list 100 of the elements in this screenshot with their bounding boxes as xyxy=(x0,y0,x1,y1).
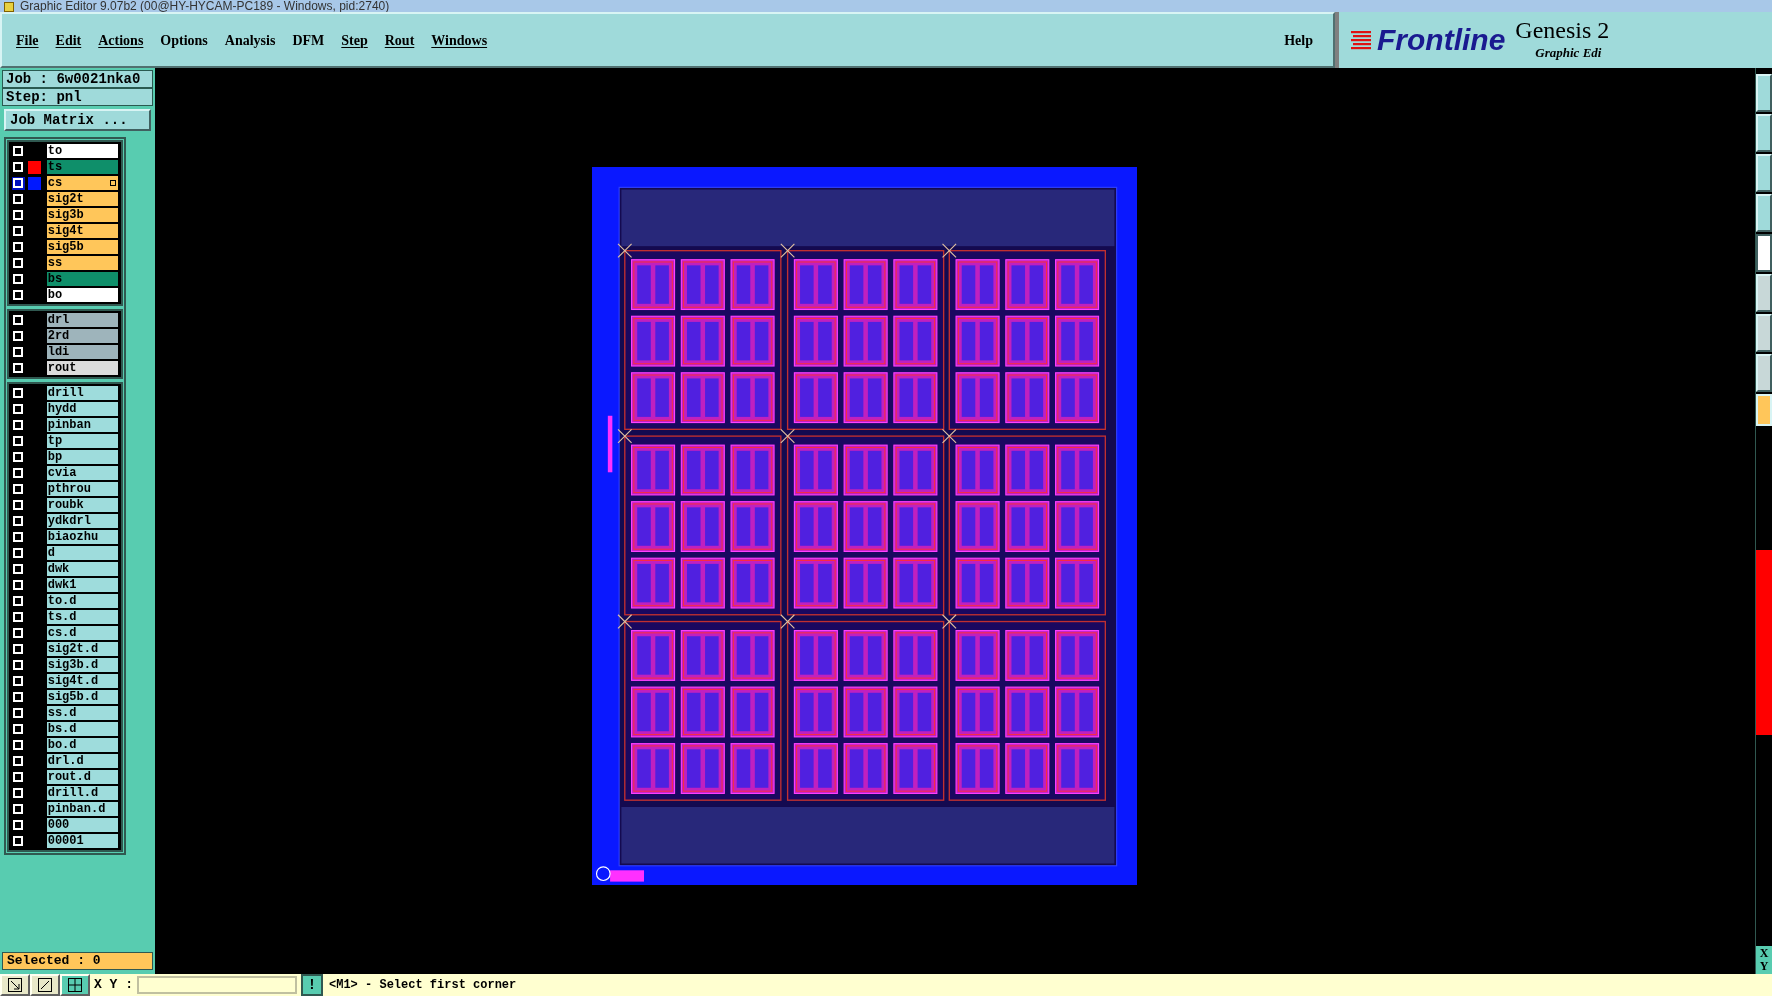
layer-name[interactable]: d xyxy=(46,546,118,560)
layer-name[interactable]: pinban xyxy=(46,418,118,432)
layer-name[interactable]: to xyxy=(46,144,118,158)
menu-item[interactable]: DFM xyxy=(292,29,325,51)
menu-item[interactable]: File xyxy=(16,29,39,51)
layer-name[interactable]: sig3b.d xyxy=(46,658,118,672)
layer-name[interactable]: bp xyxy=(46,450,118,464)
bottom-toolbar-button[interactable] xyxy=(0,974,30,996)
layer-checkbox[interactable] xyxy=(13,788,24,798)
layer-checkbox[interactable] xyxy=(13,516,24,526)
layer-checkbox[interactable] xyxy=(13,242,24,252)
menu-item[interactable]: Rout xyxy=(384,29,415,51)
layer-checkbox[interactable] xyxy=(13,436,24,446)
bottom-toolbar-button[interactable] xyxy=(30,974,60,996)
layer-name[interactable]: pthrou xyxy=(46,482,118,496)
layer-checkbox[interactable] xyxy=(13,210,24,220)
layer-checkbox[interactable] xyxy=(13,692,24,702)
layer-name[interactable]: bs xyxy=(46,272,118,286)
layer-checkbox[interactable] xyxy=(13,596,24,606)
layer-name[interactable]: drl.d xyxy=(46,754,118,768)
layer-checkbox[interactable] xyxy=(13,532,24,542)
layer-checkbox[interactable] xyxy=(13,676,24,686)
layer-checkbox[interactable] xyxy=(13,804,24,814)
layer-name[interactable]: sig2t xyxy=(46,192,118,206)
layer-checkbox[interactable] xyxy=(13,258,24,268)
layer-checkbox[interactable] xyxy=(13,274,24,284)
menu-item[interactable]: Edit xyxy=(55,29,82,51)
layer-name[interactable]: bs.d xyxy=(46,722,118,736)
toolbar-button[interactable] xyxy=(1756,234,1772,272)
layer-name[interactable]: roubk xyxy=(46,498,118,512)
layer-checkbox[interactable] xyxy=(13,315,24,325)
layer-name[interactable]: 00001 xyxy=(46,834,118,848)
layer-name[interactable]: tp xyxy=(46,434,118,448)
layer-checkbox[interactable] xyxy=(13,836,24,846)
layer-name[interactable]: bo xyxy=(46,288,118,302)
menu-item[interactable]: Actions xyxy=(98,29,144,51)
layer-checkbox[interactable] xyxy=(13,162,24,172)
layer-checkbox[interactable] xyxy=(13,452,24,462)
layer-name[interactable]: cs.d xyxy=(46,626,118,640)
layer-name[interactable]: sig2t.d xyxy=(46,642,118,656)
layer-name[interactable]: pinban.d xyxy=(46,802,118,816)
layer-name[interactable]: ss xyxy=(46,256,118,270)
layer-name[interactable]: 2rd xyxy=(46,329,118,343)
layer-checkbox[interactable] xyxy=(13,226,24,236)
layer-checkbox[interactable] xyxy=(13,548,24,558)
alert-button[interactable]: ! xyxy=(301,974,323,996)
layer-checkbox[interactable] xyxy=(13,740,24,750)
layer-checkbox[interactable] xyxy=(13,363,24,373)
layer-name[interactable]: bo.d xyxy=(46,738,118,752)
job-matrix-button[interactable]: Job Matrix ... xyxy=(4,109,151,131)
layer-checkbox[interactable] xyxy=(13,178,24,188)
menu-item[interactable]: Options xyxy=(160,29,208,51)
help-menu[interactable]: Help xyxy=(1284,29,1313,51)
layer-name[interactable]: biaozhu xyxy=(46,530,118,544)
layer-checkbox[interactable] xyxy=(13,468,24,478)
layer-name[interactable]: cs xyxy=(46,176,118,190)
menu-item[interactable]: Analysis xyxy=(224,29,276,51)
layer-name[interactable]: dwk1 xyxy=(46,578,118,592)
layer-checkbox[interactable] xyxy=(13,724,24,734)
layer-checkbox[interactable] xyxy=(13,404,24,414)
layer-name[interactable]: sig3b xyxy=(46,208,118,222)
layer-name[interactable]: sig4t xyxy=(46,224,118,238)
layer-checkbox[interactable] xyxy=(13,347,24,357)
layer-checkbox[interactable] xyxy=(13,580,24,590)
layer-name[interactable]: dwk xyxy=(46,562,118,576)
menu-item[interactable]: Step xyxy=(341,29,368,51)
layer-name[interactable]: drill xyxy=(46,386,118,400)
layer-name[interactable]: 000 xyxy=(46,818,118,832)
layer-name[interactable]: to.d xyxy=(46,594,118,608)
layer-checkbox[interactable] xyxy=(13,644,24,654)
layer-name[interactable]: ydkdrl xyxy=(46,514,118,528)
layer-checkbox[interactable] xyxy=(13,290,24,300)
coordinate-field[interactable] xyxy=(137,976,297,994)
layer-name[interactable]: ldi xyxy=(46,345,118,359)
layer-name[interactable]: cvia xyxy=(46,466,118,480)
layer-name[interactable]: sig5b.d xyxy=(46,690,118,704)
layer-name[interactable]: drill.d xyxy=(46,786,118,800)
layer-checkbox[interactable] xyxy=(13,331,24,341)
layer-name[interactable]: hydd xyxy=(46,402,118,416)
layer-checkbox[interactable] xyxy=(13,660,24,670)
menu-item[interactable]: Windows xyxy=(431,29,488,51)
layer-checkbox[interactable] xyxy=(13,628,24,638)
layer-name[interactable]: ts xyxy=(46,160,118,174)
layer-checkbox[interactable] xyxy=(13,146,24,156)
layer-checkbox[interactable] xyxy=(13,612,24,622)
layer-name[interactable]: sig5b xyxy=(46,240,118,254)
layer-name[interactable]: ts.d xyxy=(46,610,118,624)
layer-checkbox[interactable] xyxy=(13,388,24,398)
layer-name[interactable]: sig4t.d xyxy=(46,674,118,688)
layer-name[interactable]: rout xyxy=(46,361,118,375)
layer-checkbox[interactable] xyxy=(13,500,24,510)
layer-checkbox[interactable] xyxy=(13,564,24,574)
layer-checkbox[interactable] xyxy=(13,756,24,766)
layer-name[interactable]: ss.d xyxy=(46,706,118,720)
layer-checkbox[interactable] xyxy=(13,708,24,718)
layer-name[interactable]: drl xyxy=(46,313,118,327)
layer-checkbox[interactable] xyxy=(13,194,24,204)
bottom-toolbar-button[interactable] xyxy=(60,974,90,996)
layer-checkbox[interactable] xyxy=(13,772,24,782)
layer-checkbox[interactable] xyxy=(13,820,24,830)
